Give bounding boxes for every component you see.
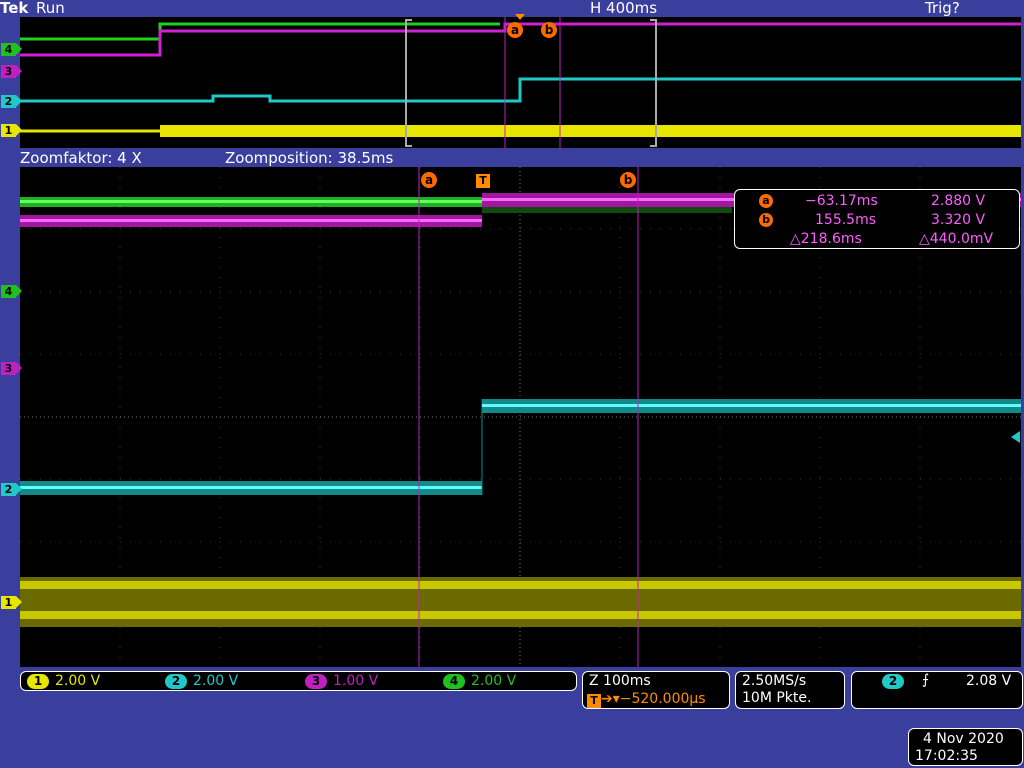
zoom-graticule[interactable]: a T b a −63.17ms 2.880 V b 155.5ms 3.320…: [20, 167, 1021, 667]
trigger-delay-icon: T: [587, 694, 601, 708]
trigger-delay-arrow-icon: ➔▾: [601, 691, 620, 707]
readout-a-volt: 2.880 V: [931, 193, 986, 209]
trigger-level: 2.08 V: [966, 673, 1012, 689]
trigger-panel[interactable]: 2 ⨍ 2.08 V: [851, 671, 1023, 709]
acquisition-panel[interactable]: 2.50MS/s 10M Pkte.: [735, 671, 845, 709]
ch3-scale-value: 1.00 V: [333, 673, 379, 689]
readout-a-icon: a: [759, 194, 773, 208]
overview-waveforms: [20, 17, 1021, 148]
readout-b-time: 155.5ms: [815, 212, 877, 228]
overview-trace-ch1-high: [160, 125, 1021, 137]
zoom-cursor-a-label[interactable]: a: [421, 172, 437, 188]
zoom-ch1-marker[interactable]: 1: [1, 596, 22, 609]
channel-scale-bar: 1 2.00 V 2 2.00 V 3 1.00 V 4 2.00 V: [20, 671, 577, 691]
overview-trigger-icon: [515, 14, 525, 20]
zoom-factor: Zoomfaktor: 4 X: [20, 149, 142, 167]
zoom-cursor-b-label[interactable]: b: [620, 172, 636, 188]
datetime-panel: 4 Nov 2020 17:02:35: [908, 728, 1023, 766]
overview-ch1-marker[interactable]: 1: [1, 124, 22, 137]
ch1-chip: 1: [27, 674, 49, 689]
ch4-scale-value: 2.00 V: [471, 673, 517, 689]
overview-graticule[interactable]: a b: [20, 17, 1021, 148]
record-length: 10M Pkte.: [742, 690, 812, 706]
cursor-readout-panel: a −63.17ms 2.880 V b 155.5ms 3.320 V △21…: [734, 189, 1020, 249]
rising-edge-icon: ⨍: [922, 672, 930, 688]
horizontal-scale: H 400ms: [590, 0, 658, 17]
overview-trace-ch2: [20, 77, 1021, 103]
ch4-scale[interactable]: 4 2.00 V: [443, 673, 516, 689]
readout-b-icon: b: [759, 213, 773, 227]
time: 17:02:35: [915, 748, 978, 764]
trigger-delay-row: T ➔▾−520.000µs: [587, 691, 706, 708]
ch2-chip: 2: [165, 674, 187, 689]
zoom-timebase: Z 100ms: [589, 673, 651, 689]
zoom-ch4-marker[interactable]: 4: [1, 285, 22, 298]
ch2-scale-value: 2.00 V: [193, 673, 239, 689]
sample-rate: 2.50MS/s: [742, 673, 807, 689]
readout-a-time: −63.17ms: [805, 193, 878, 209]
readout-delta-time: △218.6ms: [790, 231, 862, 247]
oscilloscope-screen: { "header": { "brand": "Tek", "run_state…: [0, 0, 1024, 768]
ch2-scale[interactable]: 2 2.00 V: [165, 673, 238, 689]
overview-ch2-marker[interactable]: 2: [1, 95, 22, 108]
trigger-status: Trig?: [925, 0, 960, 17]
readout-b-volt: 3.320 V: [931, 212, 986, 228]
ch1-scale[interactable]: 1 2.00 V: [27, 673, 100, 689]
overview-cursor-a-label[interactable]: a: [507, 22, 523, 38]
ch1-scale-value: 2.00 V: [55, 673, 101, 689]
overview-ch3-marker[interactable]: 3: [1, 65, 22, 78]
ch3-scale[interactable]: 3 1.00 V: [305, 673, 378, 689]
run-state: Run: [36, 0, 65, 17]
brand-label: Tek: [0, 0, 29, 17]
trigger-level-arrow-icon[interactable]: [1011, 431, 1020, 443]
zoom-ch3-marker[interactable]: 3: [1, 362, 22, 375]
readout-delta-volt: △440.0mV: [919, 231, 994, 247]
zoom-position: Zoomposition: 38.5ms: [225, 149, 394, 167]
zoom-ch2-marker[interactable]: 2: [1, 483, 22, 496]
trigger-source-chip: 2: [882, 674, 904, 689]
overview-ch4-marker[interactable]: 4: [1, 43, 22, 56]
ch3-chip: 3: [305, 674, 327, 689]
overview-cursor-b-label[interactable]: b: [541, 22, 557, 38]
timebase-panel[interactable]: Z 100ms T ➔▾−520.000µs: [582, 671, 730, 709]
date: 4 Nov 2020: [923, 731, 1004, 747]
trigger-delay-value: −520.000µs: [619, 691, 706, 707]
trigger-point-marker[interactable]: T: [476, 174, 490, 188]
ch4-chip: 4: [443, 674, 465, 689]
